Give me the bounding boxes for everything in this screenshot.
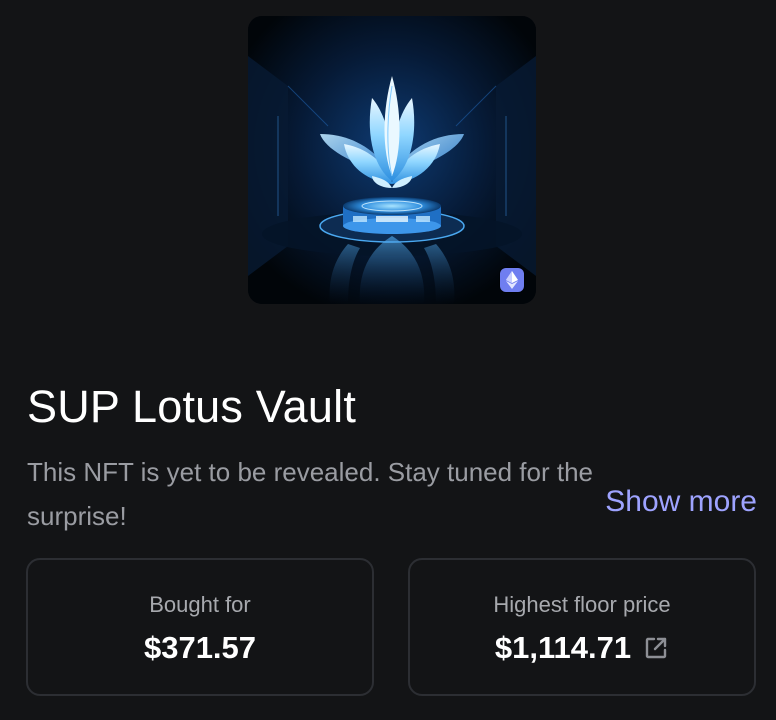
bought-for-label: Bought for	[149, 592, 251, 617]
bought-for-card: Bought for $371.57	[26, 558, 374, 696]
nft-detail-page: SUP Lotus Vault This NFT is yet to be re…	[0, 0, 776, 720]
show-more-link[interactable]: Show more	[605, 483, 757, 521]
nft-description: This NFT is yet to be revealed. Stay tun…	[27, 457, 594, 531]
bought-for-value: $371.57	[143, 630, 257, 665]
floor-price-value-row: $1,114.71	[410, 630, 754, 666]
lotus-crystal-artwork	[248, 16, 536, 304]
bought-for-value-row: $371.57	[28, 630, 372, 666]
nft-image[interactable]	[248, 16, 536, 304]
ethereum-icon	[500, 268, 524, 292]
floor-price-value: $1,114.71	[494, 630, 632, 665]
external-link-icon[interactable]	[643, 635, 669, 661]
floor-price-label: Highest floor price	[493, 592, 671, 617]
nft-title: SUP Lotus Vault	[27, 381, 357, 432]
floor-price-card: Highest floor price $1,114.71	[408, 558, 756, 696]
